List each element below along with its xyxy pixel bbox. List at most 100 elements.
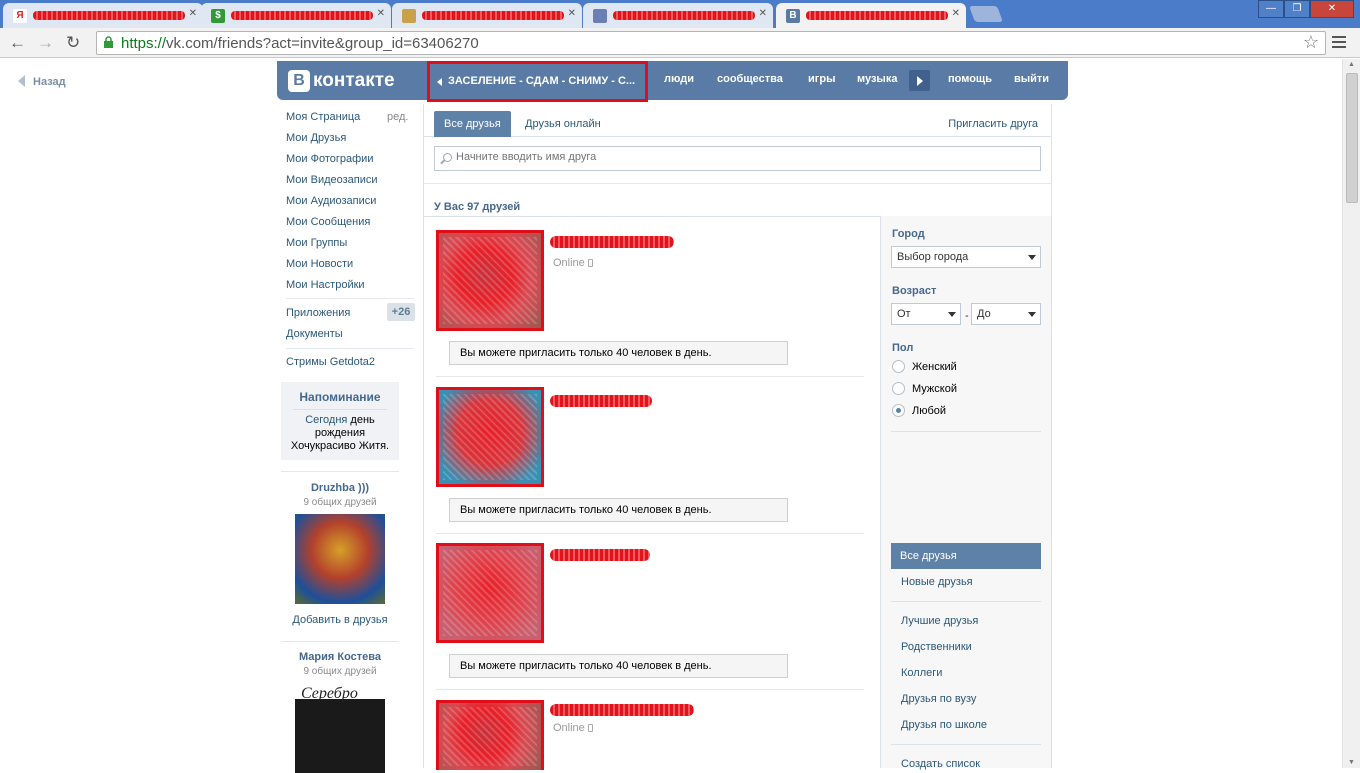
list-best-friends[interactable]: Лучшие друзья [901,615,978,627]
forward-arrow-icon[interactable]: → [37,34,54,52]
gender-male-radio[interactable]: Мужской [892,382,957,395]
nav-logout[interactable]: выйти [1014,73,1049,85]
friend-name-redacted[interactable] [550,704,694,716]
mail-favicon-icon [593,8,607,23]
close-tab-icon[interactable]: ✕ [759,8,767,19]
vk-logo[interactable]: В контакте [288,70,395,92]
close-tab-icon[interactable]: ✕ [568,8,576,19]
age-from-select[interactable]: От [891,303,961,325]
sidebar-item-news[interactable]: Мои Новости [286,258,353,270]
browser-menu-icon[interactable] [1332,36,1346,51]
close-tab-icon[interactable]: ✕ [952,8,960,19]
browser-tab[interactable]: ✕ [392,3,582,28]
friend-search-input[interactable] [456,151,1026,163]
tab-online-friends[interactable]: Друзья онлайн [525,118,601,130]
list-relatives[interactable]: Родственники [901,641,972,653]
suggestion-photo[interactable]: Серебро [295,683,385,773]
back-arrow-icon[interactable]: ← [9,34,26,52]
friend-search[interactable] [434,146,1041,171]
edit-link[interactable]: ред. [387,111,408,123]
new-tab-button[interactable] [969,6,1003,22]
suggestion-name[interactable]: Мария Костева [281,651,399,663]
site-favicon-icon [402,8,416,23]
bookmark-star-icon[interactable]: ☆ [1303,32,1319,53]
browser-tab[interactable]: ✕ [583,3,773,28]
create-list-link[interactable]: Создать список [901,758,980,770]
sidebar-item-friends[interactable]: Мои Друзья [286,132,346,144]
nav-more-button[interactable] [909,70,930,91]
gender-female-radio[interactable]: Женский [892,360,957,373]
nav-help[interactable]: помощь [948,73,992,85]
sidebar-item-messages[interactable]: Мои Сообщения [286,216,370,228]
browser-tab[interactable]: Я ✕ [3,3,203,28]
triangle-left-icon [437,78,442,86]
friend-avatar-redacted[interactable] [436,543,544,643]
sidebar-item-settings[interactable]: Мои Настройки [286,279,365,291]
close-tab-icon[interactable]: ✕ [377,8,385,19]
browser-tab[interactable]: $ ✕ [201,3,391,28]
maximize-button[interactable]: ❐ [1284,0,1310,18]
scroll-down-icon[interactable]: ▼ [1348,759,1355,766]
close-tab-icon[interactable]: ✕ [189,8,197,19]
tab-title-redacted [33,11,185,20]
tab-title-redacted [613,11,755,20]
back-link[interactable]: Назад [18,75,66,88]
mobile-icon [587,259,593,267]
gender-any-radio[interactable]: Любой [892,404,946,417]
suggestion-name[interactable]: Druzhba ))) [281,482,399,494]
sidebar-item-apps[interactable]: Приложения [286,307,350,319]
suggestion-photo[interactable] [295,514,385,604]
birthday-reminder: Напоминание Сегодня день рождения Хочукра… [281,382,399,460]
radio-circle[interactable] [892,360,905,373]
nav-music[interactable]: музыка [857,73,897,85]
scroll-up-icon[interactable]: ▲ [1348,61,1355,68]
friend-avatar-redacted[interactable] [436,387,544,487]
nav-games[interactable]: игры [808,73,835,85]
invite-limit-note: Вы можете пригласить только 40 человек в… [449,341,788,365]
radio-circle-selected[interactable] [892,404,905,417]
sidebar-item-videos[interactable]: Мои Видеозаписи [286,174,378,186]
page-scrollbar[interactable]: ▲ ▼ [1342,59,1360,768]
close-window-button[interactable]: ✕ [1310,0,1354,18]
city-select[interactable]: Выбор города [891,246,1041,268]
divider [891,431,1041,432]
list-all-friends[interactable]: Все друзья [891,543,1041,569]
window-controls: — ❐ ✕ [1258,0,1354,18]
current-group-title[interactable]: ЗАСЕЛЕНИЕ - СДАМ - СНИМУ - С... [427,61,648,102]
reminder-today-link[interactable]: Сегодня [305,414,347,426]
sidebar-item-my-page[interactable]: Моя Страница [286,111,360,123]
sidebar-item-audio[interactable]: Мои Аудиозаписи [286,195,376,207]
friends-panel: Все друзья Друзья онлайн Пригласить друг… [423,104,1052,770]
address-bar[interactable]: https://vk.com/friends?act=invite&group_… [96,31,1326,55]
scrollbar-thumb[interactable] [1346,73,1358,203]
nav-people[interactable]: люди [664,73,694,85]
friend-avatar-redacted[interactable] [436,700,544,770]
sidebar-item-photos[interactable]: Мои Фотографии [286,153,373,165]
reminder-title: Напоминание [299,390,381,404]
list-new-friends[interactable]: Новые друзья [901,576,973,588]
sidebar-item-streams[interactable]: Стримы Getdota2 [286,356,375,368]
radio-circle[interactable] [892,382,905,395]
list-school-friends[interactable]: Друзья по школе [901,719,987,731]
browser-tab-active[interactable]: В ✕ [776,3,966,28]
sidebar-item-groups[interactable]: Мои Группы [286,237,347,249]
sidebar-item-documents[interactable]: Документы [286,328,343,340]
list-university-friends[interactable]: Друзья по вузу [901,693,976,705]
reload-icon[interactable]: ↻ [66,34,80,52]
shop-logo-lettering: Серебро [301,685,358,702]
invite-limit-note: Вы можете пригласить только 40 человек в… [449,654,788,678]
friend-name-redacted[interactable] [550,395,652,407]
tab-all-friends[interactable]: Все друзья [434,111,511,137]
divider [286,348,414,349]
friend-avatar-redacted[interactable] [436,230,544,331]
age-to-select[interactable]: До [971,303,1041,325]
invite-friend-link[interactable]: Пригласить друга [948,118,1038,130]
city-label: Город [892,228,925,240]
friend-name-redacted[interactable] [550,236,674,248]
minimize-button[interactable]: — [1258,0,1284,18]
age-range-dash: - [965,310,969,322]
list-colleagues[interactable]: Коллеги [901,667,942,679]
nav-communities[interactable]: сообщества [717,73,783,85]
friend-name-redacted[interactable] [550,549,650,561]
add-friend-link[interactable]: Добавить в друзья [281,614,399,626]
